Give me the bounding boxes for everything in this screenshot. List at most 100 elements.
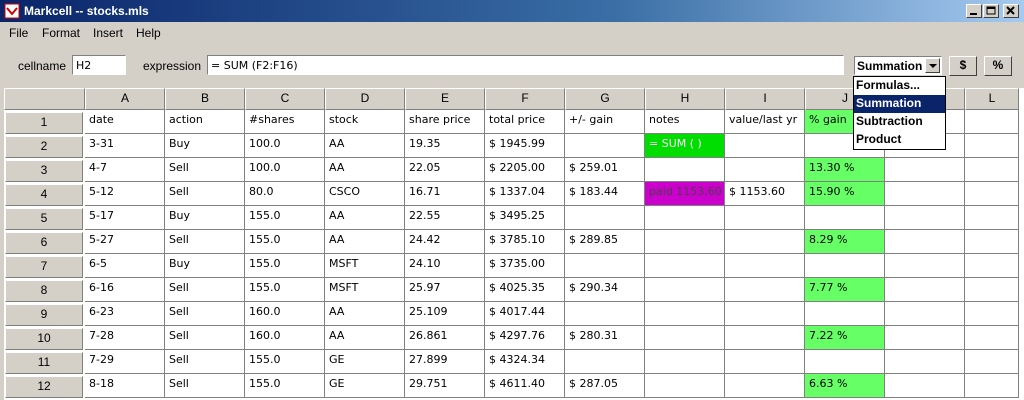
cell-j7[interactable] [805,254,885,278]
cell-j4[interactable]: 15.90 % [805,182,885,206]
cell-l2[interactable] [965,134,1019,158]
cell-h7[interactable] [645,254,725,278]
cell-j3[interactable]: 13.30 % [805,158,885,182]
cell-d9[interactable]: AA [325,302,405,326]
menu-insert[interactable]: Insert [93,26,123,40]
cell-b6[interactable]: Sell [165,230,245,254]
cell-c7[interactable]: 155.0 [245,254,325,278]
cell-g3[interactable]: $ 259.01 [565,158,645,182]
cell-e12[interactable]: 29.751 [405,374,485,398]
cell-i5[interactable] [725,206,805,230]
cell-k10[interactable] [885,326,965,350]
column-header-e[interactable]: E [405,88,485,110]
row-header[interactable]: 9 [5,304,83,326]
cell-l6[interactable] [965,230,1019,254]
cell-g12[interactable]: $ 287.05 [565,374,645,398]
cell-d8[interactable]: MSFT [325,278,405,302]
column-header-l[interactable]: L [965,88,1019,110]
row-header[interactable]: 8 [5,280,83,302]
cell-i8[interactable] [725,278,805,302]
function-option-product[interactable]: Product [854,131,945,149]
function-select[interactable]: Summation [854,56,942,75]
cell-b7[interactable]: Buy [165,254,245,278]
currency-format-button[interactable]: $ [949,56,977,76]
cell-f11[interactable]: $ 4324.34 [485,350,565,374]
cell-i4[interactable]: $ 1153.60 [725,182,805,206]
function-option-summation[interactable]: Summation [854,95,945,113]
cell-a7[interactable]: 6-5 [85,254,165,278]
cell-i12[interactable] [725,374,805,398]
cell-l8[interactable] [965,278,1019,302]
cell-h2[interactable]: = SUM ( ) [645,134,725,158]
cell-k11[interactable] [885,350,965,374]
cell-g7[interactable] [565,254,645,278]
cell-a11[interactable]: 7-29 [85,350,165,374]
column-header-a[interactable]: A [85,88,165,110]
cell-l3[interactable] [965,158,1019,182]
cell-h4[interactable]: paid 1153.60 [645,182,725,206]
cell-f6[interactable]: $ 3785.10 [485,230,565,254]
cell-b4[interactable]: Sell [165,182,245,206]
close-button[interactable] [1003,4,1019,18]
column-header-f[interactable]: F [485,88,565,110]
function-option-formulas[interactable]: Formulas... [854,77,945,95]
cell-k3[interactable] [885,158,965,182]
cell-l5[interactable] [965,206,1019,230]
cell-l4[interactable] [965,182,1019,206]
cell-g8[interactable]: $ 290.34 [565,278,645,302]
cell-d10[interactable]: AA [325,326,405,350]
cell-b10[interactable]: Sell [165,326,245,350]
cell-e5[interactable]: 22.55 [405,206,485,230]
cell-i2[interactable] [725,134,805,158]
menu-format[interactable]: Format [42,26,80,40]
cell-g11[interactable] [565,350,645,374]
cell-b12[interactable]: Sell [165,374,245,398]
grid-corner[interactable] [4,88,85,110]
cell-a12[interactable]: 8-18 [85,374,165,398]
cell-f3[interactable]: $ 2205.00 [485,158,565,182]
cell-g6[interactable]: $ 289.85 [565,230,645,254]
cell-f1[interactable]: total price [485,110,565,134]
column-header-b[interactable]: B [165,88,245,110]
cell-h8[interactable] [645,278,725,302]
cell-a6[interactable]: 5-27 [85,230,165,254]
column-header-c[interactable]: C [245,88,325,110]
cell-l11[interactable] [965,350,1019,374]
cell-d11[interactable]: GE [325,350,405,374]
column-header-i[interactable]: I [725,88,805,110]
cell-l1[interactable] [965,110,1019,134]
cell-g10[interactable]: $ 280.31 [565,326,645,350]
cell-d2[interactable]: AA [325,134,405,158]
cell-h11[interactable] [645,350,725,374]
cell-h12[interactable] [645,374,725,398]
percent-format-button[interactable]: % [984,56,1012,76]
cell-g9[interactable] [565,302,645,326]
cell-j8[interactable]: 7.77 % [805,278,885,302]
cell-l10[interactable] [965,326,1019,350]
cell-d6[interactable]: AA [325,230,405,254]
cell-e7[interactable]: 24.10 [405,254,485,278]
row-header[interactable]: 1 [5,112,83,134]
cell-h3[interactable] [645,158,725,182]
function-option-subtraction[interactable]: Subtraction [854,113,945,131]
cell-b3[interactable]: Sell [165,158,245,182]
cell-j11[interactable] [805,350,885,374]
cell-d7[interactable]: MSFT [325,254,405,278]
cell-i10[interactable] [725,326,805,350]
cell-g2[interactable] [565,134,645,158]
menu-file[interactable]: File [9,26,28,40]
cell-i1[interactable]: value/last yr [725,110,805,134]
cell-e3[interactable]: 22.05 [405,158,485,182]
cell-a2[interactable]: 3-31 [85,134,165,158]
cell-c10[interactable]: 160.0 [245,326,325,350]
cell-i11[interactable] [725,350,805,374]
cell-d1[interactable]: stock [325,110,405,134]
cell-a8[interactable]: 6-16 [85,278,165,302]
cellname-input[interactable] [72,55,126,75]
cell-e1[interactable]: share price [405,110,485,134]
cell-f2[interactable]: $ 1945.99 [485,134,565,158]
cell-b2[interactable]: Buy [165,134,245,158]
cell-k6[interactable] [885,230,965,254]
row-header[interactable]: 5 [5,208,83,230]
cell-e4[interactable]: 16.71 [405,182,485,206]
